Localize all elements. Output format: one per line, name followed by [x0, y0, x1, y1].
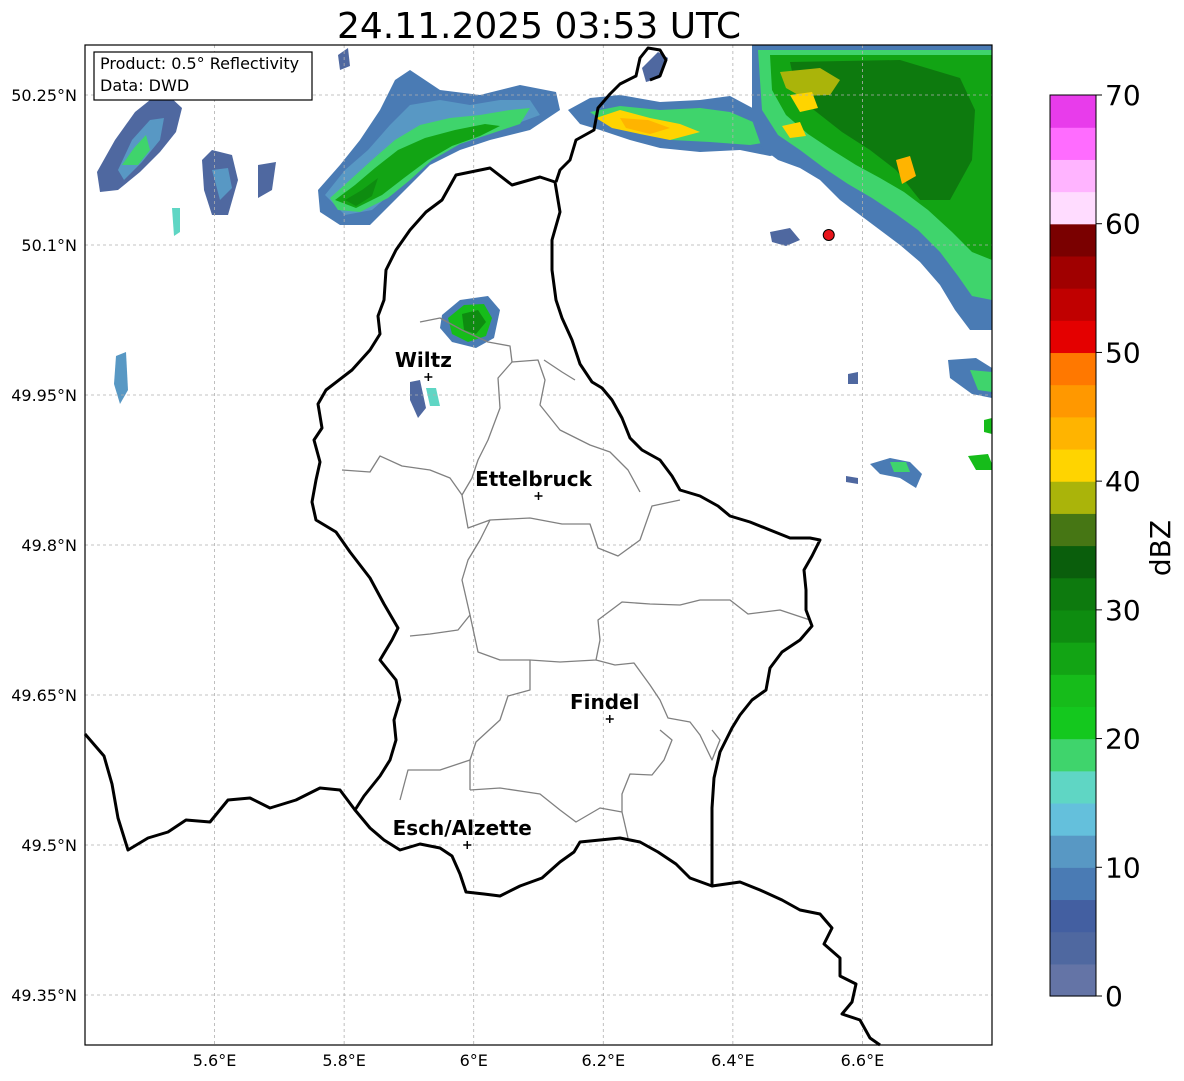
colorbar-tick-label: 50 [1105, 336, 1141, 369]
lat-tick-label: 50.1°N [21, 236, 77, 255]
colorbar-segment [1050, 513, 1096, 547]
colorbar-segment [1050, 642, 1096, 675]
info-data-source: Data: DWD [100, 76, 189, 95]
colorbar-segment [1050, 95, 1096, 128]
colorbar-segment [1050, 931, 1096, 965]
radar-site-marker [822, 229, 835, 241]
map-panel: Wiltz Ettelbruck Findel Esch/Alzette [83, 44, 993, 1047]
colorbar-segment [1050, 223, 1096, 257]
colorbar-segment [1050, 127, 1096, 160]
lat-tick-label: 49.95°N [11, 386, 77, 405]
lon-tick-label: 6.4°E [711, 1051, 755, 1070]
figure-title: 24.11.2025 03:53 UTC [337, 6, 741, 47]
lon-tick-label: 6.6°E [841, 1051, 885, 1070]
colorbar-segment [1050, 770, 1096, 804]
lon-tick-label: 5.6°E [193, 1051, 237, 1070]
colorbar-segment [1050, 159, 1096, 193]
colorbar-segment [1050, 609, 1096, 643]
city-label: Findel [570, 690, 640, 714]
colorbar-segment [1050, 288, 1096, 321]
lon-tick-label: 6°E [460, 1051, 488, 1070]
info-product: Product: 0.5° Reflectivity [100, 54, 299, 73]
colorbar-segment [1050, 706, 1096, 740]
lat-tick-label: 49.5°N [21, 836, 77, 855]
colorbar-segment [1050, 545, 1096, 579]
colorbar-tick-label: 70 [1105, 79, 1141, 112]
colorbar-tick-label: 60 [1105, 208, 1141, 241]
echo-cell [984, 418, 992, 434]
colorbar: 0 10 20 30 40 50 60 70 [1049, 79, 1141, 1013]
colorbar-segment [1050, 835, 1096, 868]
colorbar-segment [1050, 255, 1096, 289]
colorbar-segment [1050, 674, 1096, 707]
colorbar-segment [1050, 481, 1096, 514]
colorbar-segment [1050, 802, 1096, 836]
colorbar-tick-label: 0 [1105, 980, 1123, 1013]
colorbar-segment [1050, 963, 1096, 997]
colorbar-segment [1050, 384, 1096, 418]
radar-figure: 24.11.2025 03:53 UTC WiltzEttelbruckFind… [11, 6, 1177, 1070]
colorbar-segment [1050, 577, 1096, 611]
echo-cell [848, 372, 858, 384]
colorbar-tick-label: 10 [1105, 851, 1141, 884]
colorbar-segment [1050, 738, 1096, 772]
colorbar-segment [1050, 448, 1096, 482]
colorbar-tick-label: 40 [1105, 465, 1141, 498]
colorbar-label: dBZ [1144, 520, 1177, 576]
lat-tick-label: 49.35°N [11, 986, 77, 1005]
colorbar-segment [1050, 416, 1096, 450]
lat-tick-label: 50.25°N [11, 86, 77, 105]
colorbar-segment [1050, 320, 1096, 354]
city-label: Wiltz [395, 348, 452, 372]
colorbar-segment [1050, 867, 1096, 901]
lon-tick-label: 6.2°E [582, 1051, 626, 1070]
colorbar-tick-label: 30 [1105, 594, 1141, 627]
city-label: Esch/Alzette [393, 816, 532, 840]
colorbar-segment [1050, 899, 1096, 933]
colorbar-segment [1050, 191, 1096, 225]
city-label: Ettelbruck [475, 467, 592, 491]
lon-tick-label: 5.8°E [322, 1051, 366, 1070]
info-box: Product: 0.5° Reflectivity Data: DWD [93, 51, 313, 101]
colorbar-segment [1050, 352, 1096, 386]
lat-tick-label: 49.8°N [21, 536, 77, 555]
lat-tick-label: 49.65°N [11, 686, 77, 705]
colorbar-tick-label: 20 [1105, 723, 1141, 756]
